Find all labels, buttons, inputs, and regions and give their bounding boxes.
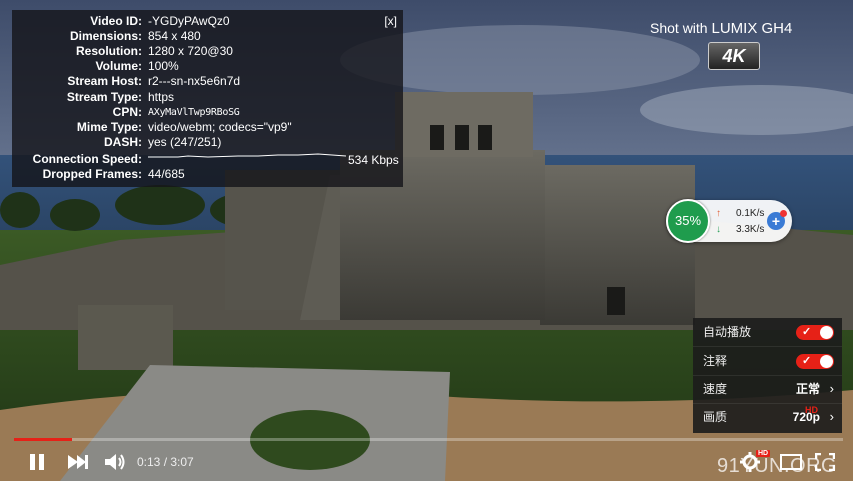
settings-annotations-row[interactable]: 注释 ✓: [693, 347, 842, 376]
stat-label: Volume:: [95, 59, 142, 73]
upload-speed: ↑ 0.1K/s: [716, 208, 764, 219]
watermark-brand: LUMIX GH4: [711, 20, 793, 37]
stat-value: 44/685: [148, 167, 185, 181]
stat-label: Video ID:: [90, 14, 142, 28]
next-icon[interactable]: [67, 454, 89, 470]
stat-value: yes (247/251): [148, 135, 222, 149]
download-speed: ↓ 3.3K/s: [716, 224, 764, 235]
settings-quality-row[interactable]: 画质 720p HD ›: [693, 403, 842, 431]
stat-label: CPN:: [112, 105, 142, 119]
annotations-toggle[interactable]: ✓: [796, 354, 834, 369]
video-player[interactable]: [x] Video ID: -YGDyPAwQz0 Dimensions: 85…: [0, 0, 853, 481]
settings-autoplay-row[interactable]: 自动播放 ✓: [693, 318, 842, 347]
site-watermark: 91YUN.ORG: [717, 455, 838, 477]
pause-icon[interactable]: [28, 453, 46, 471]
stat-label: Stream Host:: [67, 74, 142, 88]
check-icon: ✓: [802, 355, 812, 367]
network-speed-widget[interactable]: 35% ↑ 0.1K/s ↓ 3.3K/s +: [666, 199, 792, 243]
stat-value: 1280 x 720@30: [148, 44, 233, 58]
stat-label: Resolution:: [76, 44, 142, 58]
quality-hd-badge: HD: [805, 405, 818, 415]
autoplay-label: 自动播放: [703, 325, 752, 339]
autoplay-toggle[interactable]: ✓: [796, 325, 834, 340]
stat-label: Stream Type:: [66, 90, 142, 104]
stat-value: -YGDyPAwQz0: [148, 14, 230, 28]
upload-speed-value: 0.1K/s: [736, 208, 765, 219]
stats-for-nerds-panel: [x] Video ID: -YGDyPAwQz0 Dimensions: 85…: [12, 10, 403, 187]
4k-badge: 4K: [708, 42, 760, 70]
annotations-label: 注释: [703, 354, 728, 368]
toggle-knob: [820, 355, 833, 368]
close-stats-button[interactable]: [x]: [384, 14, 397, 28]
stat-value: 100%: [148, 59, 179, 73]
stat-label: Dimensions:: [69, 29, 142, 43]
volume-icon[interactable]: [104, 452, 126, 472]
stat-value: r2---sn-nx5e6n7d: [148, 74, 241, 88]
up-arrow-icon: ↑: [716, 208, 721, 219]
stat-label: Dropped Frames:: [42, 167, 142, 181]
chevron-right-icon: ›: [829, 409, 834, 424]
download-speed-value: 3.3K/s: [736, 224, 765, 235]
stat-value: AXyMaVlTwp9RBoSG: [148, 107, 240, 118]
toggle-knob: [820, 326, 833, 339]
check-icon: ✓: [802, 326, 812, 338]
connection-speed-sparkline: [148, 153, 346, 158]
watermark-shot-with: Shot with: [650, 20, 708, 36]
stat-value: https: [148, 90, 175, 104]
notification-dot: [780, 210, 787, 217]
speed-label: 速度: [703, 382, 728, 396]
stat-label: DASH:: [104, 135, 142, 149]
stat-label: Mime Type:: [76, 120, 142, 134]
down-arrow-icon: ↓: [716, 224, 721, 235]
stat-label: Connection Speed:: [32, 152, 142, 166]
memory-usage-percent[interactable]: 35%: [666, 199, 710, 243]
stat-value: video/webm; codecs="vp9": [148, 120, 292, 134]
stat-value: 854 x 480: [148, 29, 201, 43]
time-display: 0:13 / 3:07: [137, 455, 194, 469]
connection-speed-value: 534 Kbps: [348, 153, 399, 167]
settings-speed-row[interactable]: 速度 正常 ›: [693, 375, 842, 404]
quality-label: 画质: [703, 410, 728, 424]
camera-watermark: Shot with LUMIX GH4: [650, 20, 792, 37]
chevron-right-icon: ›: [829, 381, 834, 396]
settings-menu: 自动播放 ✓ 注释 ✓ 速度 正常 › 画质 720p HD ›: [693, 318, 842, 433]
